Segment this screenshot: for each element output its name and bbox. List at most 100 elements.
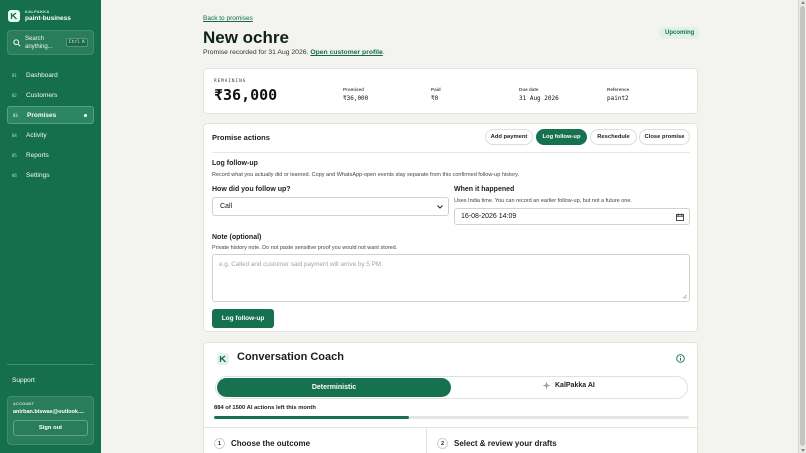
back-to-promises-link[interactable]: Back to promises <box>203 15 253 22</box>
chevron-down-icon <box>437 205 443 209</box>
calendar-icon[interactable] <box>676 213 684 221</box>
scroll-up-arrow-icon[interactable] <box>801 1 805 4</box>
selected-method: Call <box>220 203 233 210</box>
follow-up-datetime-input[interactable]: 16-08-2026 14:09 <box>454 208 690 225</box>
ai-mode-label: KalPakka AI <box>555 382 595 389</box>
log-follow-up-heading: Log follow-up <box>212 160 258 167</box>
promise-actions-title: Promise actions <box>212 133 270 142</box>
open-customer-profile-link[interactable]: Open customer profile <box>310 49 383 56</box>
page-scrollbar[interactable] <box>798 0 806 453</box>
step-separator <box>426 427 427 453</box>
coach-mode-toggle: Deterministic KalPakka AI <box>215 376 688 399</box>
search-icon <box>13 38 21 47</box>
nav-number: 04 <box>12 132 17 138</box>
sidebar-item-label: Promises <box>27 111 57 119</box>
sign-out-button[interactable]: Sign out <box>13 420 88 436</box>
ai-usage-text: 884 of 1500 AI actions left this month <box>214 405 316 411</box>
sidebar-item-settings[interactable]: 06 Settings <box>7 166 94 184</box>
step-choose-outcome[interactable]: 1 Choose the outcome <box>214 438 310 449</box>
log-follow-up-submit-button[interactable]: Log follow-up <box>212 309 274 328</box>
follow-up-method-select[interactable]: Call <box>212 197 449 216</box>
reference-stat: Reference paint2 <box>607 87 629 102</box>
log-follow-up-description: Record what you actually did or learned.… <box>212 172 520 178</box>
step-select-review-drafts[interactable]: 2 Select & review your drafts <box>437 438 557 449</box>
ai-mode-button[interactable]: KalPakka AI <box>542 381 595 390</box>
coach-logo-icon <box>217 353 229 365</box>
search-placeholder: Search anything... <box>25 35 53 50</box>
sidebar-item-label: Customers <box>26 91 58 99</box>
ai-usage-progress-bar <box>214 416 689 419</box>
promised-value: ₹36,000 <box>343 95 369 102</box>
datetime-value: 16-08-2026 14:09 <box>461 213 517 220</box>
account-label: ACCOUNT <box>13 402 35 406</box>
sidebar-item-activity[interactable]: 04 Activity <box>7 126 94 144</box>
conversation-coach-card: Conversation Coach Deterministic KalPakk… <box>203 342 699 453</box>
search-input[interactable]: Search anything... Ctrl K <box>7 30 94 55</box>
log-follow-up-tab-button[interactable]: Log follow-up <box>536 129 587 145</box>
main-content: Back to promises New ochre Promise recor… <box>101 0 798 453</box>
actions-divider <box>212 152 690 153</box>
remaining-label: REMAINING <box>214 79 247 84</box>
sidebar: KALPAKKA paint-business Search anything.… <box>0 0 101 453</box>
sidebar-item-label: Activity <box>26 131 47 139</box>
note-placeholder: e.g. Called and customer said payment wi… <box>219 261 383 268</box>
brand-small-label: KALPAKKA <box>25 9 50 14</box>
subtitle-period: . <box>382 49 385 56</box>
sidebar-item-reports[interactable]: 05 Reports <box>7 146 94 164</box>
nav-number: 06 <box>12 172 17 178</box>
subtitle-text: Promise recorded for 31 Aug 2026. <box>203 49 309 56</box>
due-date-label: Due date <box>519 87 539 92</box>
support-link[interactable]: Support <box>12 377 35 384</box>
deterministic-mode-button[interactable]: Deterministic <box>217 378 451 397</box>
close-promise-button[interactable]: Close promise <box>639 129 690 145</box>
account-card: ACCOUNT anirban.biswas@outlook.... Sign … <box>7 396 94 445</box>
when-hint: Uses India time. You can record an earli… <box>454 198 632 204</box>
nav-number: 05 <box>12 152 17 158</box>
promise-actions-card: Promise actions Add payment Log follow-u… <box>203 123 698 332</box>
reschedule-button[interactable]: Reschedule <box>590 129 637 145</box>
step-label: Choose the outcome <box>231 439 311 448</box>
note-hint: Private history note. Do not paste sensi… <box>212 245 398 251</box>
page-title: New ochre <box>203 28 289 47</box>
paid-value: ₹0 <box>431 95 439 102</box>
method-label: How did you follow up? <box>212 186 291 193</box>
sidebar-item-customers[interactable]: 02 Customers <box>7 86 94 104</box>
scroll-down-arrow-icon[interactable] <box>801 449 805 452</box>
brand[interactable]: KALPAKKA paint-business <box>8 9 71 22</box>
search-shortcut: Ctrl K <box>65 38 88 47</box>
promise-summary-card: REMAINING ₹36,000 Promised ₹36,000 Paid … <box>203 68 698 114</box>
workspace-name: paint-business <box>25 15 71 22</box>
note-textarea[interactable]: e.g. Called and customer said payment wi… <box>212 254 690 302</box>
nav-number: 02 <box>12 92 17 98</box>
step-number: 2 <box>437 438 448 449</box>
sidebar-item-label: Settings <box>26 171 50 179</box>
sidebar-item-promises[interactable]: 03 Promises <box>7 106 94 124</box>
info-icon[interactable] <box>676 354 685 363</box>
sidebar-item-label: Dashboard <box>26 71 58 79</box>
scrollbar-thumb[interactable] <box>800 6 805 446</box>
due-date-value: 31 Aug 2026 <box>519 95 559 102</box>
promised-stat: Promised ₹36,000 <box>343 87 368 102</box>
paid-stat: Paid ₹0 <box>431 87 441 102</box>
reference-label: Reference <box>607 87 630 92</box>
sidebar-divider <box>7 364 94 365</box>
sidebar-item-label: Reports <box>26 151 49 159</box>
sidebar-item-dashboard[interactable]: 01 Dashboard <box>7 66 94 84</box>
remaining-value: ₹36,000 <box>214 86 278 104</box>
nav-number: 01 <box>12 72 17 78</box>
nav-number: 03 <box>13 112 18 118</box>
reference-value: paint2 <box>607 95 629 102</box>
ai-usage-progress-fill <box>214 416 409 419</box>
steps-divider <box>204 427 699 428</box>
note-label: Note (optional) <box>212 234 262 241</box>
promised-label: Promised <box>343 87 364 92</box>
step-number: 1 <box>214 438 225 449</box>
active-indicator-dot <box>84 113 87 117</box>
add-payment-button[interactable]: Add payment <box>485 129 533 145</box>
step-label: Select & review your drafts <box>454 439 557 448</box>
resize-handle-icon[interactable] <box>682 294 687 299</box>
when-label: When it happened <box>454 186 515 193</box>
coach-title: Conversation Coach <box>237 351 344 363</box>
status-badge: Upcoming <box>659 27 701 39</box>
page-subtitle: Promise recorded for 31 Aug 2026. Open c… <box>203 49 385 56</box>
